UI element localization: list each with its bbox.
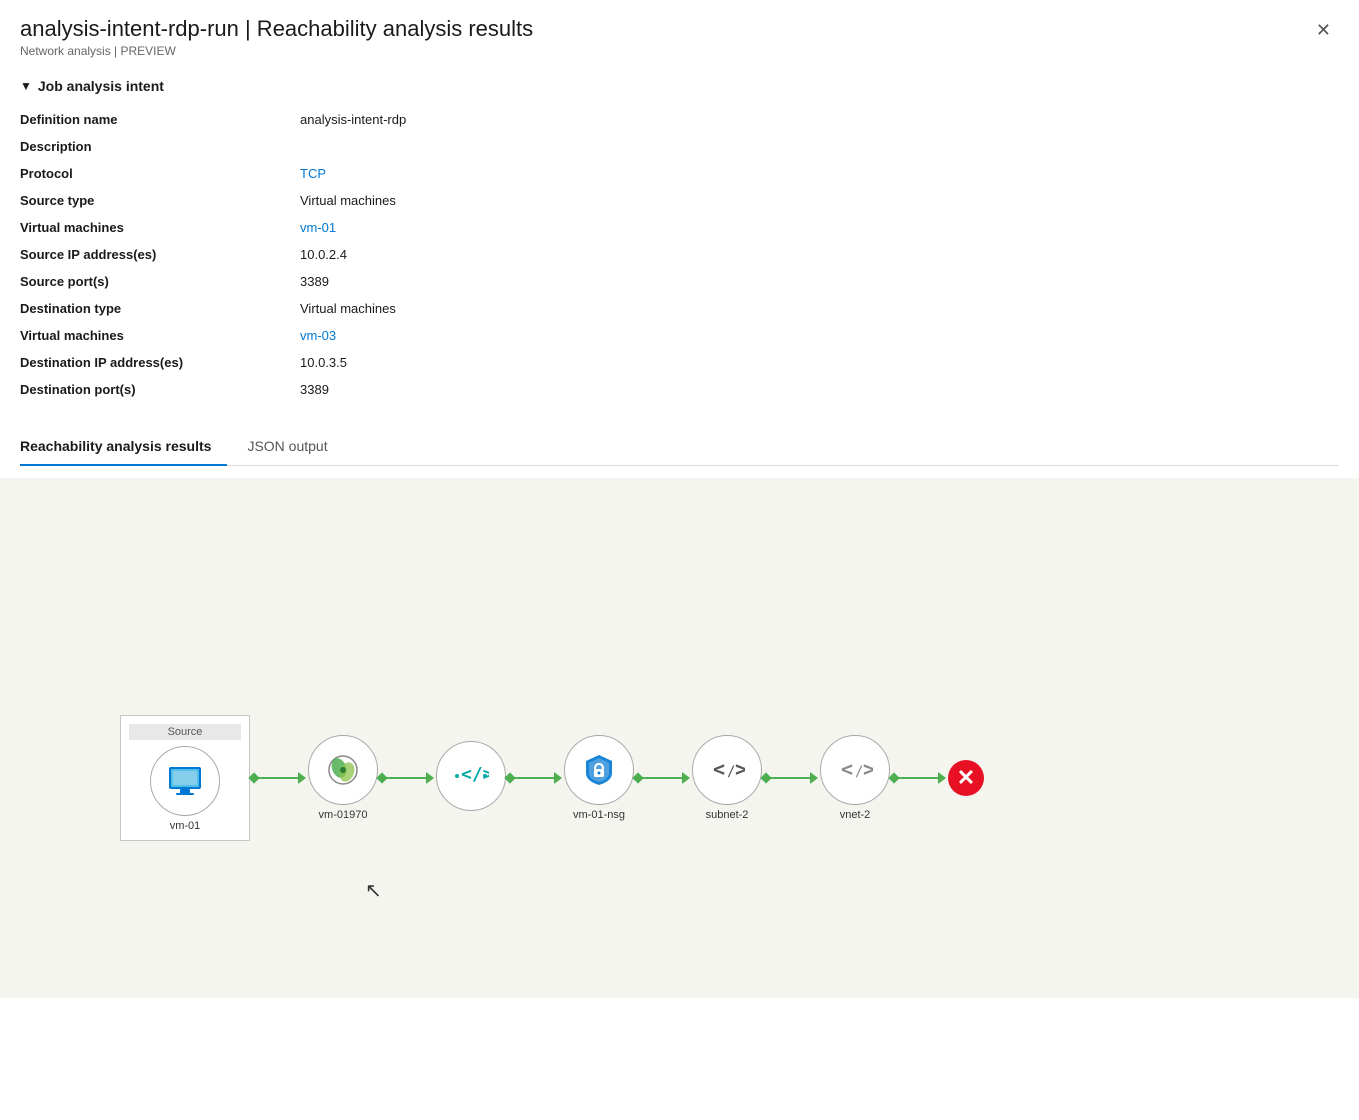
label-subnet: subnet-2 xyxy=(706,809,749,821)
label-dest-port: Destination port(s) xyxy=(20,376,300,403)
label-source-ip: Source IP address(es) xyxy=(20,241,300,268)
connector-3 xyxy=(508,772,562,784)
vm-icon xyxy=(166,765,204,797)
connector-1 xyxy=(252,772,306,784)
value-source-type: Virtual machines xyxy=(300,187,1339,214)
subnet-icon: < / > xyxy=(709,752,745,788)
label-source-type: Source type xyxy=(20,187,300,214)
section-title: Job analysis intent xyxy=(38,78,164,94)
label-vm-01970: vm-01970 xyxy=(319,809,368,821)
toggle-arrow-icon: ▼ xyxy=(20,79,32,93)
info-grid: Definition name analysis-intent-rdp Desc… xyxy=(20,106,1339,403)
node-nsg[interactable] xyxy=(564,735,634,805)
value-dest-port: 3389 xyxy=(300,376,1339,403)
svg-text:<: < xyxy=(713,757,725,781)
label-vm-01: vm-01 xyxy=(170,820,201,832)
diagram-container: Source vm-01 xyxy=(120,715,984,841)
node-settings[interactable]: </> xyxy=(436,741,506,811)
job-analysis-toggle[interactable]: ▼ Job analysis intent xyxy=(20,78,1339,94)
tab-reachability[interactable]: Reachability analysis results xyxy=(20,428,227,466)
source-label: Source xyxy=(129,724,241,740)
tab-bar: Reachability analysis results JSON outpu… xyxy=(20,427,1339,466)
value-protocol[interactable]: TCP xyxy=(300,160,1339,187)
connector-6 xyxy=(892,772,946,784)
error-icon[interactable]: ✕ xyxy=(948,760,984,796)
node-settings-wrap: </> xyxy=(436,741,506,815)
tab-json[interactable]: JSON output xyxy=(247,428,343,466)
label-dest-vm: Virtual machines xyxy=(20,322,300,349)
node-vm-01970[interactable] xyxy=(308,735,378,805)
main-content: ▼ Job analysis intent Definition name an… xyxy=(0,66,1359,478)
connector-5 xyxy=(764,772,818,784)
node-subnet[interactable]: < / > xyxy=(692,735,762,805)
node-vm-01-wrap: vm-01 xyxy=(150,746,220,832)
page-subtitle: Network analysis | PREVIEW xyxy=(20,44,533,58)
value-dest-type: Virtual machines xyxy=(300,295,1339,322)
value-source-port: 3389 xyxy=(300,268,1339,295)
vnet-icon: < / > xyxy=(837,752,873,788)
label-dest-type: Destination type xyxy=(20,295,300,322)
label-vnet: vnet-2 xyxy=(840,809,871,821)
node-vm-01[interactable] xyxy=(150,746,220,816)
label-description: Description xyxy=(20,133,300,160)
connector-4 xyxy=(636,772,690,784)
node-vnet[interactable]: < / > xyxy=(820,735,890,805)
nic-icon xyxy=(323,752,363,788)
svg-text:>: > xyxy=(735,757,745,781)
value-source-vm[interactable]: vm-01 xyxy=(300,214,1339,241)
svg-text:>: > xyxy=(863,757,873,781)
connector-2 xyxy=(380,772,434,784)
node-nsg-wrap: vm-01-nsg xyxy=(564,735,634,821)
diagram-area: Source vm-01 xyxy=(0,478,1359,998)
svg-text:<: < xyxy=(841,757,853,781)
cursor: ↖ xyxy=(365,878,382,903)
label-nsg: vm-01-nsg xyxy=(573,809,625,821)
label-source-vm: Virtual machines xyxy=(20,214,300,241)
page-header: analysis-intent-rdp-run | Reachability a… xyxy=(0,0,1359,66)
settings-icon: </> xyxy=(453,758,489,794)
node-vm-01970-wrap: vm-01970 xyxy=(308,735,378,821)
value-source-ip: 10.0.2.4 xyxy=(300,241,1339,268)
label-protocol: Protocol xyxy=(20,160,300,187)
label-source-port: Source port(s) xyxy=(20,268,300,295)
page-title: analysis-intent-rdp-run | Reachability a… xyxy=(20,16,533,42)
node-error-wrap: ✕ xyxy=(948,760,984,796)
nsg-icon xyxy=(580,751,618,789)
value-dest-ip: 10.0.3.5 xyxy=(300,349,1339,376)
value-description xyxy=(300,133,1339,160)
value-dest-vm[interactable]: vm-03 xyxy=(300,322,1339,349)
label-dest-ip: Destination IP address(es) xyxy=(20,349,300,376)
node-subnet-wrap: < / > subnet-2 xyxy=(692,735,762,821)
close-button[interactable]: ✕ xyxy=(1308,16,1339,45)
node-vnet-wrap: < / > vnet-2 xyxy=(820,735,890,821)
label-definition-name: Definition name xyxy=(20,106,300,133)
value-definition-name: analysis-intent-rdp xyxy=(300,106,1339,133)
source-box: Source vm-01 xyxy=(120,715,250,841)
